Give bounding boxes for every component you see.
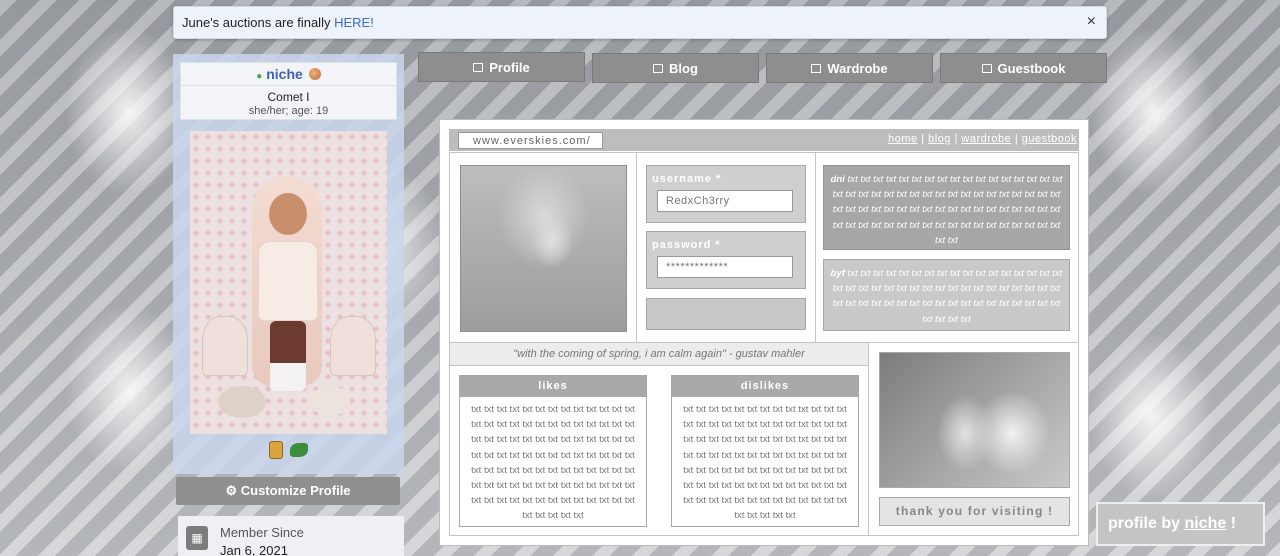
nav-guestbook-link[interactable]: guestbook (1022, 133, 1077, 145)
tab-wardrobe[interactable]: Wardrobe (766, 53, 933, 83)
guestbook-icon (981, 64, 992, 73)
tab-profile-label: Profile (489, 60, 530, 75)
dni-label: dni (830, 174, 845, 185)
user-rank: Comet I (181, 85, 396, 104)
badge-row (266, 441, 316, 461)
dislikes-text: txt txt txt txt txt txt txt txt txt txt … (683, 404, 847, 522)
profile-credit: profile by niche ! (1096, 502, 1265, 546)
password-field-box: password * ************* (646, 231, 806, 289)
password-field-label: password * (652, 239, 721, 251)
member-since-card: ▦ Member Since Jan 6, 2021 (178, 516, 404, 556)
snail-icon (308, 68, 321, 80)
quote-text: "with the coming of spring, i am calm ag… (450, 343, 868, 366)
dislikes-box: dislikes txt txt txt txt txt txt txt txt… (671, 375, 859, 527)
username-label: niche (266, 66, 303, 82)
avatar-bunny-left (218, 386, 266, 418)
byf-label: byf (830, 268, 845, 279)
credit-prefix: profile by (1108, 515, 1185, 532)
username-heading[interactable]: ● niche (181, 66, 396, 82)
customize-profile-button[interactable]: ⚙ Customize Profile (176, 477, 400, 505)
credit-author-link[interactable]: niche (1184, 515, 1226, 532)
tab-profile[interactable]: Profile (418, 52, 585, 82)
dni-text: txt txt txt txt txt txt txt txt txt txt … (832, 174, 1063, 246)
dislikes-header: dislikes (672, 376, 858, 397)
nav-separator: | (921, 133, 925, 145)
customize-profile-label: Customize Profile (240, 483, 351, 498)
avatar-dress (258, 241, 318, 321)
lantern-badge-icon[interactable] (269, 441, 283, 459)
member-since-date: Jan 6, 2021 (220, 543, 288, 556)
close-icon[interactable]: × (1087, 13, 1096, 31)
tab-blog-label: Blog (669, 61, 698, 76)
profile-nav-links: home | blog | wardrobe | guestbook (888, 133, 1077, 145)
user-name-card: ● niche Comet I she/her; age: 19 (180, 62, 397, 120)
palette-icon: ⚙ (225, 483, 241, 498)
likes-box: likes txt txt txt txt txt txt txt txt tx… (459, 375, 647, 527)
statue-image (460, 165, 627, 332)
wardrobe-icon (811, 64, 822, 73)
avatar-face (269, 193, 307, 235)
tab-guestbook[interactable]: Guestbook (940, 53, 1107, 83)
nav-blog-link[interactable]: blog (928, 133, 951, 145)
byf-text: txt txt txt txt txt txt txt txt txt txt … (832, 268, 1063, 325)
likes-text: txt txt txt txt txt txt txt txt txt txt … (471, 404, 635, 522)
avatar-bear-right (330, 316, 376, 376)
calendar-icon: ▦ (186, 526, 208, 550)
tab-blog[interactable]: Blog (592, 53, 759, 83)
user-pronouns: she/her; age: 19 (248, 105, 329, 117)
credit-suffix: ! (1226, 515, 1237, 532)
byf-box: byf txt txt txt txt txt txt txt txt txt … (823, 259, 1070, 331)
nav-separator: | (954, 133, 958, 145)
announcement-text: June's auctions are finally (182, 15, 335, 30)
avatar-legs (270, 321, 306, 391)
profile-card-icon (473, 63, 484, 72)
wings-image (879, 352, 1070, 488)
avatar-bunny-right (310, 386, 350, 416)
tab-guestbook-label: Guestbook (997, 61, 1066, 76)
frog-badge-icon[interactable] (290, 443, 308, 457)
decorative-bar (646, 298, 806, 330)
announcement-link[interactable]: HERE! (334, 15, 374, 30)
avatar-bear-left (202, 316, 248, 376)
likes-header: likes (460, 376, 646, 397)
tab-wardrobe-label: Wardrobe (827, 61, 888, 76)
thanks-banner: thank you for visiting ! (879, 497, 1070, 526)
nav-separator: | (1014, 133, 1019, 145)
avatar (190, 131, 387, 434)
username-field[interactable]: RedxCh3rry (657, 190, 793, 212)
url-box: www.everskies.com/ (458, 132, 603, 149)
announcement-banner: June's auctions are finally HERE! × (173, 6, 1107, 39)
dni-box: dni txt txt txt txt txt txt txt txt txt … (823, 165, 1070, 250)
nav-home-link[interactable]: home (888, 133, 918, 145)
username-field-box: username * RedxCh3rry (646, 165, 806, 223)
online-status-icon: ● (256, 71, 263, 82)
nav-wardrobe-link[interactable]: wardrobe (961, 133, 1011, 145)
password-field[interactable]: ************* (657, 256, 793, 278)
username-field-label: username * (652, 173, 722, 185)
blog-icon (653, 64, 664, 73)
member-since-label: Member Since (220, 525, 304, 540)
